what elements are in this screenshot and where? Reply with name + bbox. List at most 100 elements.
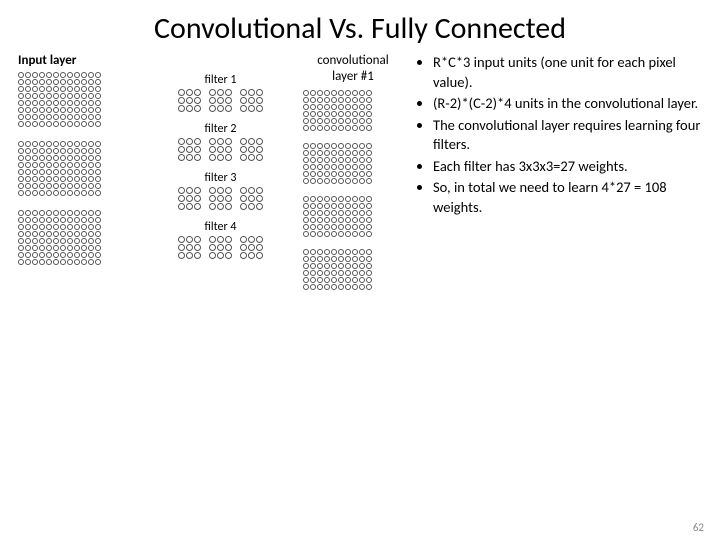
unit-circle — [352, 90, 358, 96]
unit-circle — [359, 164, 365, 170]
unit-circle — [225, 195, 232, 202]
unit-circle — [352, 157, 358, 163]
unit-circle — [359, 97, 365, 103]
filter-channel-grid — [209, 187, 232, 210]
unit-circle — [39, 169, 45, 175]
unit-circle — [310, 231, 316, 237]
unit-circle — [217, 203, 224, 210]
unit-circle — [324, 90, 330, 96]
unit-circle — [178, 154, 185, 161]
unit-circle — [240, 203, 247, 210]
unit-circle — [359, 203, 365, 209]
unit-circle — [359, 150, 365, 156]
unit-circle — [25, 114, 31, 120]
unit-circle — [67, 176, 73, 182]
unit-circle — [25, 79, 31, 85]
unit-circle — [178, 89, 185, 96]
unit-circle — [67, 114, 73, 120]
unit-circle — [359, 111, 365, 117]
unit-circle — [317, 203, 323, 209]
unit-circle — [217, 236, 224, 243]
unit-circle — [81, 148, 87, 154]
unit-circle — [240, 236, 247, 243]
unit-circle — [25, 162, 31, 168]
unit-circle — [256, 195, 263, 202]
unit-circle — [178, 187, 185, 194]
unit-circle — [74, 114, 80, 120]
unit-circle — [338, 157, 344, 163]
unit-circle — [338, 256, 344, 262]
unit-circle — [352, 249, 358, 255]
unit-circle — [60, 141, 66, 147]
unit-circle — [53, 245, 59, 251]
unit-circle — [345, 256, 351, 262]
unit-circle — [46, 155, 52, 161]
unit-circle — [217, 244, 224, 251]
filter-block-4: filter 4 — [158, 220, 283, 259]
unit-circle — [345, 150, 351, 156]
unit-circle — [359, 143, 365, 149]
unit-circle — [248, 244, 255, 251]
bullets-column: R*C*3 input units (one unit for each pix… — [415, 53, 702, 302]
unit-circle — [352, 104, 358, 110]
unit-circle — [32, 79, 38, 85]
unit-circle — [186, 203, 193, 210]
unit-circle — [32, 210, 38, 216]
unit-circle — [338, 210, 344, 216]
unit-circle — [46, 183, 52, 189]
unit-circle — [303, 249, 309, 255]
unit-circle — [352, 217, 358, 223]
unit-circle — [338, 263, 344, 269]
unit-circle — [74, 148, 80, 154]
page-number: 62 — [693, 521, 704, 534]
unit-circle — [46, 141, 52, 147]
unit-circle — [25, 107, 31, 113]
unit-circle — [32, 72, 38, 78]
unit-circle — [67, 252, 73, 258]
unit-circle — [338, 164, 344, 170]
unit-circle — [39, 245, 45, 251]
unit-circle — [366, 178, 372, 184]
unit-circle — [209, 195, 216, 202]
unit-circle — [310, 178, 316, 184]
unit-circle — [359, 171, 365, 177]
unit-circle — [32, 176, 38, 182]
unit-circle — [317, 157, 323, 163]
unit-circle — [324, 196, 330, 202]
unit-circle — [217, 146, 224, 153]
unit-circle — [95, 86, 101, 92]
unit-circle — [46, 238, 52, 244]
unit-circle — [317, 270, 323, 276]
unit-circle — [366, 104, 372, 110]
unit-circle — [352, 118, 358, 124]
unit-circle — [74, 245, 80, 251]
unit-circle — [345, 125, 351, 131]
unit-circle — [95, 217, 101, 223]
unit-circle — [95, 93, 101, 99]
unit-circle — [359, 263, 365, 269]
unit-circle — [46, 231, 52, 237]
unit-circle — [303, 203, 309, 209]
unit-circle — [60, 86, 66, 92]
unit-circle — [25, 148, 31, 154]
unit-circle — [256, 154, 263, 161]
unit-circle — [359, 157, 365, 163]
unit-circle — [39, 79, 45, 85]
unit-circle — [240, 187, 247, 194]
unit-circle — [310, 217, 316, 223]
unit-circle — [95, 245, 101, 251]
unit-circle — [18, 224, 24, 230]
filter-channel-grid — [209, 138, 232, 161]
unit-circle — [25, 121, 31, 127]
unit-circle — [32, 121, 38, 127]
unit-circle — [352, 203, 358, 209]
filter-label: filter 3 — [158, 171, 283, 185]
conv-layer-label: convolutionallayer #1 — [303, 53, 403, 84]
unit-grid — [303, 143, 403, 184]
unit-circle — [324, 171, 330, 177]
filter-row — [158, 89, 283, 112]
unit-circle — [331, 196, 337, 202]
unit-circle — [331, 178, 337, 184]
unit-circle — [331, 143, 337, 149]
unit-circle — [178, 195, 185, 202]
